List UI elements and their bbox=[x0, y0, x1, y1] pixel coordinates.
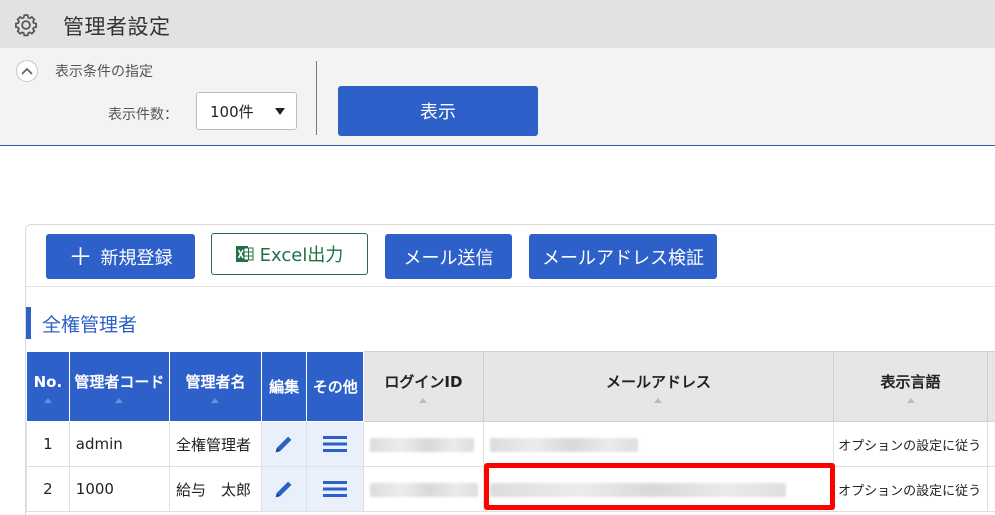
content-card: ＋ 新規登録 Excel出力 メール送信 メールアドレス検証 全権管理者 No.… bbox=[25, 224, 995, 515]
collapse-filter-button[interactable] bbox=[16, 60, 38, 82]
table-header-row: No. 管理者コード 管理者名 編集 その他 ログインID メールアドレス 表示… bbox=[26, 351, 995, 422]
header-no[interactable]: No. bbox=[26, 351, 70, 422]
pencil-icon[interactable] bbox=[273, 433, 295, 455]
gear-icon bbox=[15, 14, 37, 37]
send-mail-button[interactable]: メール送信 bbox=[385, 234, 512, 279]
plus-icon: ＋ bbox=[68, 242, 93, 271]
cell-extra bbox=[987, 421, 995, 467]
sort-icon bbox=[43, 398, 52, 403]
sort-icon bbox=[906, 398, 915, 403]
sort-icon bbox=[115, 398, 124, 403]
excel-export-label: Excel出力 bbox=[259, 245, 344, 266]
menu-icon[interactable] bbox=[323, 480, 348, 498]
section-title: 全権管理者 bbox=[26, 307, 137, 339]
sort-icon bbox=[211, 398, 220, 403]
header-extra bbox=[987, 351, 995, 422]
count-select[interactable]: 100件 bbox=[196, 92, 297, 130]
cell-display-language: オプションの設定に従う bbox=[833, 466, 988, 512]
table-row: 1 admin 全権管理者 オプションの設定に従う bbox=[26, 421, 995, 467]
cell-login-id-blurred bbox=[362, 421, 484, 467]
divider bbox=[316, 61, 317, 135]
edit-cell[interactable] bbox=[260, 421, 308, 467]
cell-no: 1 bbox=[26, 421, 70, 467]
excel-export-button[interactable]: Excel出力 bbox=[211, 233, 368, 275]
cell-admin-name: 全権管理者 bbox=[169, 421, 262, 467]
show-button[interactable]: 表示 bbox=[338, 86, 538, 136]
excel-icon bbox=[235, 246, 254, 262]
verify-email-button[interactable]: メールアドレス検証 bbox=[529, 234, 717, 279]
cell-admin-code: 1000 bbox=[68, 466, 171, 512]
cell-email-blurred bbox=[482, 421, 835, 467]
new-register-label: 新規登録 bbox=[100, 247, 173, 269]
sort-icon bbox=[654, 398, 663, 403]
count-select-value: 100件 bbox=[210, 102, 254, 121]
filter-panel: 表示条件の指定 表示件数： 100件 表示 bbox=[0, 48, 995, 146]
edit-cell[interactable] bbox=[260, 466, 308, 512]
cell-no: 2 bbox=[26, 466, 70, 512]
caret-down-icon bbox=[275, 108, 285, 115]
header-email[interactable]: メールアドレス bbox=[482, 351, 835, 422]
cell-admin-name: 給与 太郎 bbox=[169, 466, 262, 512]
cell-display-language: オプションの設定に従う bbox=[833, 421, 988, 467]
header-other: その他 bbox=[306, 351, 364, 422]
menu-icon[interactable] bbox=[323, 435, 348, 453]
page-title: 管理者設定 bbox=[63, 15, 171, 39]
count-label: 表示件数： bbox=[108, 107, 178, 123]
header-display-language[interactable]: 表示言語 bbox=[833, 351, 988, 422]
toolbar: ＋ 新規登録 Excel出力 メール送信 メールアドレス検証 bbox=[26, 225, 995, 287]
header-admin-name[interactable]: 管理者名 bbox=[169, 351, 262, 422]
cell-login-id-blurred bbox=[362, 466, 484, 512]
filter-heading: 表示条件の指定 bbox=[55, 64, 153, 80]
header-admin-code[interactable]: 管理者コード bbox=[68, 351, 171, 422]
cell-admin-code: admin bbox=[68, 421, 171, 467]
cell-email-blurred bbox=[482, 466, 835, 512]
table-row: 2 1000 給与 太郎 オプションの設定に従う bbox=[26, 466, 995, 512]
header-edit: 編集 bbox=[260, 351, 308, 422]
sort-icon bbox=[419, 398, 428, 403]
other-cell[interactable] bbox=[306, 466, 364, 512]
new-register-button[interactable]: ＋ 新規登録 bbox=[46, 234, 195, 279]
admin-table: No. 管理者コード 管理者名 編集 その他 ログインID メールアドレス 表示… bbox=[26, 351, 995, 512]
chevron-up-icon bbox=[21, 67, 33, 75]
cell-extra bbox=[987, 466, 995, 512]
title-bar: 管理者設定 bbox=[0, 0, 995, 48]
header-login-id[interactable]: ログインID bbox=[362, 351, 484, 422]
pencil-icon[interactable] bbox=[273, 478, 295, 500]
other-cell[interactable] bbox=[306, 421, 364, 467]
